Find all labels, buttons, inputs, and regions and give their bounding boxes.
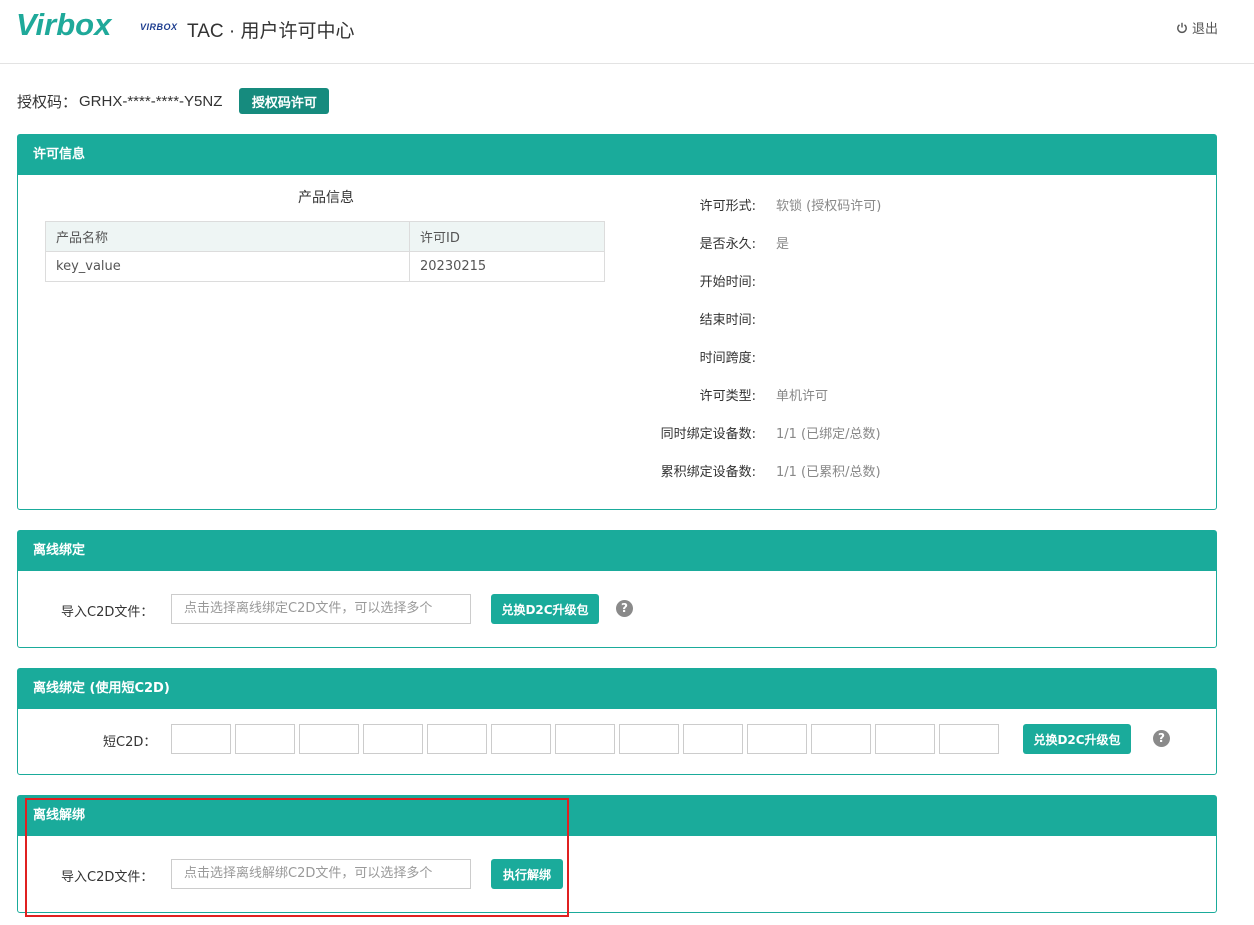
column-header: 许可ID [409,221,605,252]
short-c2d-input-11[interactable] [811,724,871,754]
help-icon[interactable]: ? [1153,730,1170,747]
virbox-logo: Virbox [16,7,112,42]
short-c2d-input-10[interactable] [747,724,807,754]
auth-code-row: 授权码： GRHX-****-****-Y5NZ 授权码许可 [17,88,330,114]
logout-label: 退出 [1191,22,1218,37]
panel-title: 离线绑定 [18,531,1216,571]
offline-unbind-panel: 离线解绑 导入C2D文件： 点击选择离线解绑C2D文件，可以选择多个 执行解绑 [17,795,1217,913]
product-table: 产品名称 许可ID key_value 20230215 [45,221,605,282]
short-c2d-input-2[interactable] [235,724,295,754]
column-header: 产品名称 [45,221,410,252]
short-c2d-input-3[interactable] [299,724,359,754]
detail-row: 开始时间: [618,271,881,309]
logout-button[interactable]: 退出 [1176,18,1218,37]
short-c2d-input-1[interactable] [171,724,231,754]
short-c2d-input-6[interactable] [491,724,551,754]
detail-value: 1/1 (已绑定/总数) [776,427,881,442]
short-c2d-label: 短C2D： [103,735,157,750]
auth-code-value: GRHX-****-****-Y5NZ [79,92,223,110]
detail-label: 许可形式: [699,199,756,214]
detail-label: 结束时间: [699,313,756,328]
app-title: TAC · 用户许可中心 [187,21,355,42]
table-row: key_value 20230215 [45,251,605,282]
detail-row: 同时绑定设备数: 1/1 (已绑定/总数) [618,423,881,461]
detail-label: 时间跨度: [699,351,756,366]
auth-license-button[interactable]: 授权码许可 [239,88,330,114]
panel-title: 离线解绑 [18,796,1216,836]
offline-bind-panel: 离线绑定 导入C2D文件： 点击选择离线绑定C2D文件，可以选择多个 兑换D2C… [17,530,1217,648]
detail-row: 是否永久: 是 [618,233,881,271]
detail-label: 是否永久: [699,237,756,252]
virbox-mini-logo: VIRBOX [140,22,178,32]
detail-label: 同时绑定设备数: [660,427,756,442]
detail-row: 许可类型: 单机许可 [618,385,881,423]
auth-code-label: 授权码： [17,92,78,111]
c2d-file-label: 导入C2D文件： [61,870,154,885]
detail-label: 开始时间: [699,275,756,290]
license-info-panel: 许可信息 产品信息 产品名称 许可ID key_value 20230215 许… [17,134,1217,510]
license-id-cell: 20230215 [409,251,605,282]
short-c2d-input-5[interactable] [427,724,487,754]
table-header-row: 产品名称 许可ID [45,221,605,252]
product-name-cell: key_value [45,251,410,282]
detail-value: 1/1 (已累积/总数) [776,465,881,480]
license-details: 许可形式: 软锁 (授权码许可) 是否永久: 是 开始时间: 结束时间: 时间跨度:… [618,195,882,499]
detail-row: 结束时间: [618,309,881,347]
short-c2d-input-8[interactable] [619,724,679,754]
redeem-d2c-button[interactable]: 兑换D2C升级包 [491,594,599,624]
detail-row: 累积绑定设备数: 1/1 (已累积/总数) [618,461,881,499]
panel-title: 离线绑定 (使用短C2D) [18,669,1216,709]
help-icon[interactable]: ? [616,600,633,617]
detail-label: 累积绑定设备数: [660,465,756,480]
panel-title: 许可信息 [18,135,1216,175]
bind-c2d-file-input[interactable]: 点击选择离线绑定C2D文件，可以选择多个 [171,594,471,624]
short-c2d-input-12[interactable] [875,724,935,754]
detail-value: 单机许可 [776,389,829,404]
detail-label: 许可类型: [699,389,756,404]
top-header: Virbox VIRBOX TAC · 用户许可中心 退出 [0,0,1254,64]
detail-row: 许可形式: 软锁 (授权码许可) [618,195,882,233]
offline-bind-short-panel: 离线绑定 (使用短C2D) 短C2D： 兑换D2C升级包 ? [17,668,1217,775]
detail-value: 软锁 (授权码许可) [776,199,882,214]
power-icon [1177,22,1187,33]
redeem-d2c-short-button[interactable]: 兑换D2C升级包 [1023,724,1131,754]
execute-unbind-button[interactable]: 执行解绑 [491,859,563,889]
short-c2d-input-7[interactable] [555,724,615,754]
detail-row: 时间跨度: [618,347,881,385]
product-info-title: 产品信息 [298,190,354,206]
unbind-c2d-file-input[interactable]: 点击选择离线解绑C2D文件，可以选择多个 [171,859,471,889]
short-c2d-input-13[interactable] [939,724,999,754]
short-c2d-input-4[interactable] [363,724,423,754]
detail-value: 是 [776,237,790,252]
c2d-file-label: 导入C2D文件： [61,605,154,620]
short-c2d-input-9[interactable] [683,724,743,754]
